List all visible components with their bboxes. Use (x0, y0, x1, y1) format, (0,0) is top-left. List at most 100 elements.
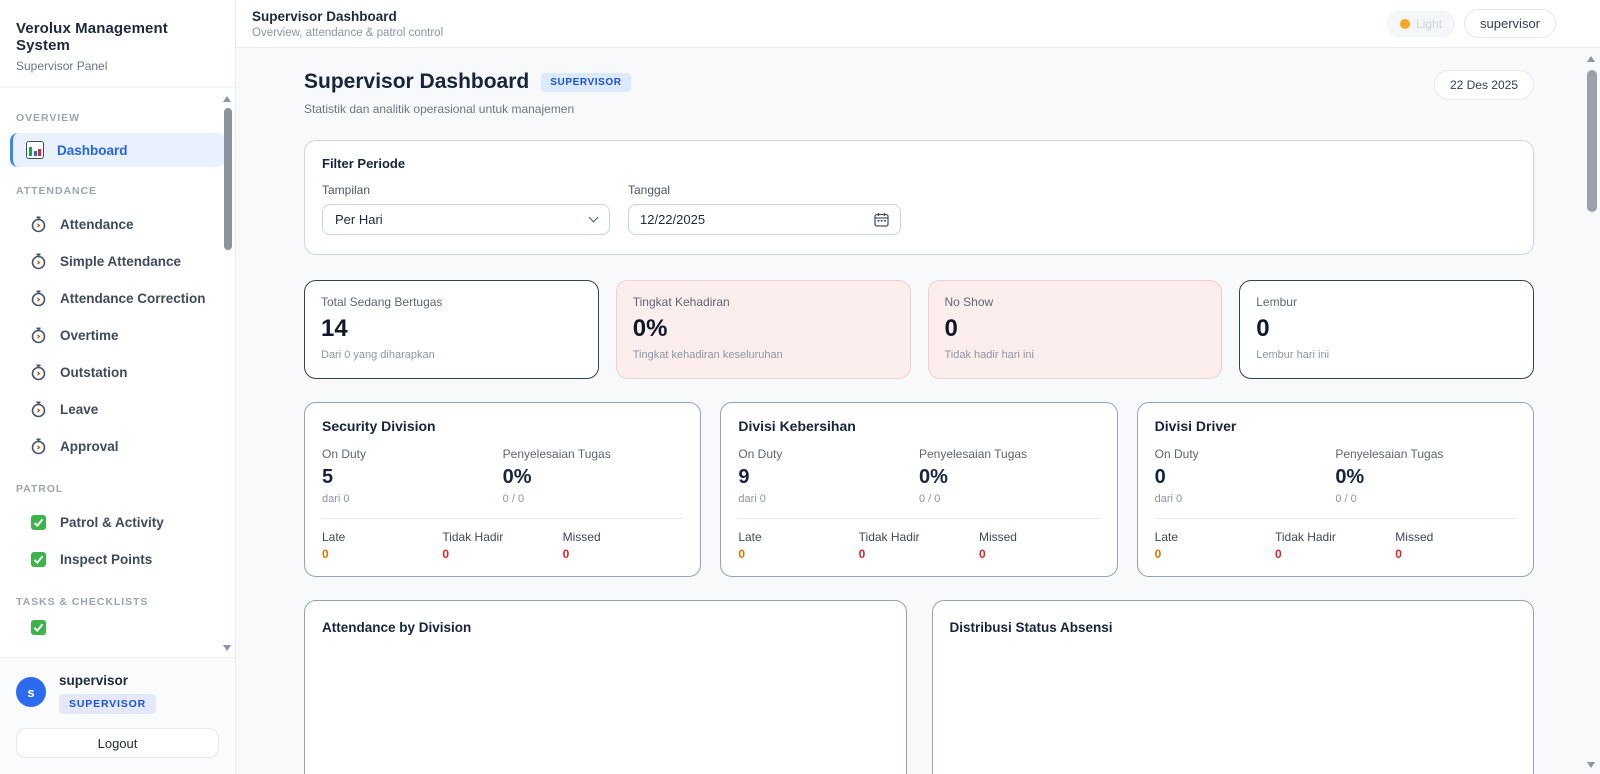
on-duty-label: On Duty (322, 447, 367, 461)
scroll-up-arrow-icon[interactable] (223, 96, 231, 102)
sidebar-nav: OVERVIEW Dashboard ATTENDANCE Attendance… (0, 88, 235, 657)
app-title: Verolux Management System (16, 20, 168, 54)
sidebar-item-label: Outstation (60, 365, 128, 380)
stat-value: 0 (1256, 315, 1270, 342)
sidebar-item-outstation[interactable]: Outstation (0, 354, 235, 391)
chart-card-attendance-by-division: Attendance by Division (304, 600, 907, 774)
theme-toggle[interactable]: Light (1387, 10, 1456, 37)
stat-card-tingkat-kehadiran: Tingkat Kehadiran 0% Tingkat kehadiran k… (615, 280, 911, 379)
scroll-up-arrow-icon[interactable] (1587, 56, 1595, 62)
stopwatch-icon (30, 364, 47, 381)
sidebar-item-label: Leave (60, 402, 99, 417)
main-scrollbar[interactable] (1587, 56, 1598, 768)
sidebar-item-dashboard[interactable]: Dashboard (10, 133, 225, 167)
nav-section-overview: OVERVIEW (16, 112, 80, 124)
calendar-icon[interactable] (874, 212, 889, 227)
sidebar-item-label: Patrol & Activity (60, 515, 164, 530)
chevron-down-icon (588, 212, 599, 223)
top-header: Supervisor Dashboard Overview, attendanc… (236, 0, 1600, 48)
sidebar-item-attendance-correction[interactable]: Attendance Correction (0, 280, 235, 317)
header-subtitle: Overview, attendance & patrol control (252, 26, 444, 39)
late-value: 0 (322, 547, 329, 561)
stat-sub: Dari 0 yang diharapkan (321, 349, 435, 361)
absent-label: Tidak Hadir (858, 530, 920, 544)
sidebar-scrollbar[interactable] (223, 96, 232, 651)
missed-label: Missed (1395, 530, 1434, 544)
sidebar-item-approval[interactable]: Approval (0, 428, 235, 465)
view-field-label: Tampilan (322, 183, 371, 197)
late-label: Late (738, 530, 762, 544)
late-value: 0 (738, 547, 746, 561)
role-badge: SUPERVISOR (59, 694, 157, 714)
scroll-down-arrow-icon[interactable] (223, 645, 231, 651)
page-subtitle: Statistik dan analitik operasional untuk… (304, 102, 575, 116)
stopwatch-icon (30, 327, 47, 344)
green-checkbox-icon (30, 619, 47, 636)
tasks-label: Penyelesaian Tugas (918, 447, 1028, 461)
on-duty-sub: dari 0 (738, 493, 766, 505)
chart-title: Attendance by Division (322, 620, 472, 635)
filter-title: Filter Periode (322, 156, 406, 171)
header-user-pill[interactable]: supervisor (1464, 9, 1556, 38)
sidebar: Verolux Management System Supervisor Pan… (0, 0, 236, 774)
page-title: Supervisor Dashboard (304, 70, 530, 93)
green-checkbox-icon (30, 514, 47, 531)
header-title: Supervisor Dashboard (252, 8, 397, 24)
date-field-label: Tanggal (628, 183, 671, 197)
sidebar-item-attendance[interactable]: Attendance (0, 206, 235, 243)
absent-label: Tidak Hadir (442, 530, 504, 544)
sidebar-item-overtime[interactable]: Overtime (0, 317, 235, 354)
on-duty-value: 9 (738, 466, 750, 488)
sidebar-item-simple-attendance[interactable]: Simple Attendance (0, 243, 235, 280)
sidebar-header: Verolux Management System Supervisor Pan… (0, 0, 235, 88)
view-select-value: Per Hari (335, 212, 383, 227)
stat-label: Total Sedang Bertugas (321, 295, 443, 309)
chart-title: Distribusi Status Absensi (949, 620, 1113, 635)
on-duty-label: On Duty (1154, 447, 1199, 461)
sidebar-item-patrol-activity[interactable]: Patrol & Activity (0, 504, 235, 541)
nav-section-attendance: ATTENDANCE (16, 185, 98, 197)
logout-button[interactable]: Logout (16, 728, 219, 758)
sidebar-item-label: Approval (60, 439, 119, 454)
absent-value: 0 (858, 547, 866, 561)
sidebar-item-clipped[interactable] (0, 617, 235, 637)
tasks-sub: 0 / 0 (1335, 493, 1357, 505)
scroll-down-arrow-icon[interactable] (1587, 762, 1595, 768)
divider (322, 518, 684, 519)
missed-label: Missed (978, 530, 1017, 544)
late-label: Late (322, 530, 346, 544)
user-name: supervisor (59, 673, 129, 688)
stat-value: 14 (321, 315, 348, 342)
tasks-sub: 0 / 0 (502, 493, 525, 505)
sidebar-item-inspect-points[interactable]: Inspect Points (0, 541, 235, 578)
stopwatch-icon (30, 401, 47, 418)
stopwatch-icon (30, 290, 47, 307)
content: Supervisor Dashboard SUPERVISOR Statisti… (236, 48, 1600, 774)
on-duty-value: 0 (1154, 466, 1166, 488)
sidebar-item-leave[interactable]: Leave (0, 391, 235, 428)
on-duty-sub: dari 0 (322, 493, 350, 505)
missed-value: 0 (562, 547, 570, 561)
on-duty-label: On Duty (738, 447, 783, 461)
stopwatch-icon (30, 216, 47, 233)
tasks-value: 0% (1335, 466, 1365, 488)
sidebar-item-label: Inspect Points (60, 552, 153, 567)
late-value: 0 (1154, 547, 1162, 561)
theme-dot-icon (1400, 18, 1410, 29)
nav-section-patrol: PATROL (16, 483, 64, 495)
stat-value: 0 (944, 315, 958, 342)
sidebar-item-label: Simple Attendance (60, 254, 182, 269)
date-input[interactable]: 12/22/2025 (628, 204, 901, 235)
absent-value: 0 (1274, 547, 1282, 561)
nav-section-tasks: TASKS & CHECKLISTS (16, 596, 149, 608)
sidebar-scrollbar-thumb[interactable] (223, 108, 232, 250)
view-select[interactable]: Per Hari (322, 204, 610, 235)
supervisor-badge: SUPERVISOR (541, 72, 631, 92)
divider (738, 518, 1100, 519)
date-pill[interactable]: 22 Des 2025 (1433, 70, 1534, 100)
sidebar-item-label: Attendance (60, 217, 134, 232)
stat-card-lembur: Lembur 0 Lembur hari ini (1239, 280, 1534, 379)
main-scrollbar-thumb[interactable] (1587, 70, 1597, 212)
stat-label: No Show (944, 295, 994, 309)
stopwatch-icon (30, 438, 47, 455)
